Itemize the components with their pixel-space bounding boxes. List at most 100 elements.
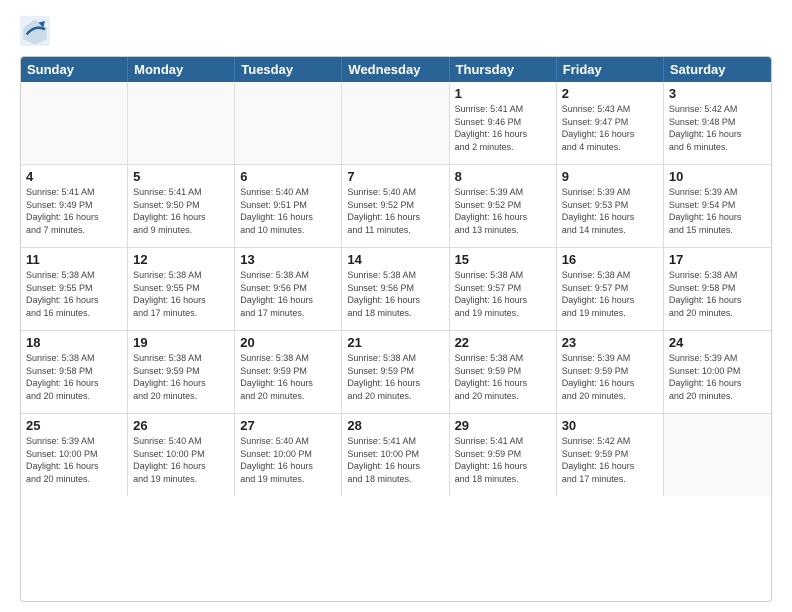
logo-icon [20, 16, 50, 46]
day-cell-17: 17 Sunrise: 5:38 AM Sunset: 9:58 PM Dayli… [664, 248, 771, 330]
day-cell-22: 22 Sunrise: 5:38 AM Sunset: 9:59 PM Dayli… [450, 331, 557, 413]
day-cell-25: 25Sunrise: 5:39 AM Sunset: 10:00 PM Dayl… [21, 414, 128, 496]
day-info: Sunrise: 5:38 AM Sunset: 9:55 PM Dayligh… [133, 269, 229, 319]
day-info: Sunrise: 5:38 AM Sunset: 9:57 PM Dayligh… [562, 269, 658, 319]
day-number: 23 [562, 335, 658, 350]
day-info: Sunrise: 5:38 AM Sunset: 9:56 PM Dayligh… [347, 269, 443, 319]
header-cell-sunday: Sunday [21, 57, 128, 82]
day-number: 17 [669, 252, 766, 267]
day-cell-18: 18 Sunrise: 5:38 AM Sunset: 9:58 PM Dayli… [21, 331, 128, 413]
header-cell-saturday: Saturday [664, 57, 771, 82]
day-info: Sunrise: 5:38 AM Sunset: 9:57 PM Dayligh… [455, 269, 551, 319]
day-number: 29 [455, 418, 551, 433]
calendar: SundayMondayTuesdayWednesdayThursdayFrid… [20, 56, 772, 602]
day-cell-11: 11 Sunrise: 5:38 AM Sunset: 9:55 PM Dayli… [21, 248, 128, 330]
calendar-row-1: 1Sunrise: 5:41 AM Sunset: 9:46 PM Daylig… [21, 82, 771, 165]
day-number: 16 [562, 252, 658, 267]
day-info: Sunrise: 5:40 AM Sunset: 10:00 PM Daylig… [240, 435, 336, 485]
day-number: 9 [562, 169, 658, 184]
empty-cell [21, 82, 128, 164]
day-cell-16: 16 Sunrise: 5:38 AM Sunset: 9:57 PM Dayli… [557, 248, 664, 330]
day-number: 8 [455, 169, 551, 184]
day-cell-15: 15 Sunrise: 5:38 AM Sunset: 9:57 PM Dayli… [450, 248, 557, 330]
logo [20, 16, 54, 46]
calendar-row-3: 11 Sunrise: 5:38 AM Sunset: 9:55 PM Dayli… [21, 248, 771, 331]
calendar-row-5: 25Sunrise: 5:39 AM Sunset: 10:00 PM Dayl… [21, 414, 771, 496]
day-number: 27 [240, 418, 336, 433]
day-info: Sunrise: 5:41 AM Sunset: 9:49 PM Dayligh… [26, 186, 122, 236]
day-info: Sunrise: 5:38 AM Sunset: 9:59 PM Dayligh… [347, 352, 443, 402]
day-info: Sunrise: 5:38 AM Sunset: 9:58 PM Dayligh… [26, 352, 122, 402]
day-cell-6: 6 Sunrise: 5:40 AM Sunset: 9:51 PM Daylig… [235, 165, 342, 247]
header [20, 16, 772, 46]
calendar-header: SundayMondayTuesdayWednesdayThursdayFrid… [21, 57, 771, 82]
day-cell-28: 28 Sunrise: 5:41 AM Sunset: 10:00 PM Dayl… [342, 414, 449, 496]
day-info: Sunrise: 5:39 AM Sunset: 10:00 PM Daylig… [26, 435, 122, 485]
day-cell-29: 29 Sunrise: 5:41 AM Sunset: 9:59 PM Dayli… [450, 414, 557, 496]
calendar-row-2: 4 Sunrise: 5:41 AM Sunset: 9:49 PM Daylig… [21, 165, 771, 248]
day-cell-2: 2Sunrise: 5:43 AM Sunset: 9:47 PM Daylig… [557, 82, 664, 164]
day-info: Sunrise: 5:41 AM Sunset: 10:00 PM Daylig… [347, 435, 443, 485]
day-cell-9: 9 Sunrise: 5:39 AM Sunset: 9:53 PM Daylig… [557, 165, 664, 247]
day-cell-23: 23 Sunrise: 5:39 AM Sunset: 9:59 PM Dayli… [557, 331, 664, 413]
day-number: 15 [455, 252, 551, 267]
day-number: 20 [240, 335, 336, 350]
day-number: 19 [133, 335, 229, 350]
day-cell-13: 13 Sunrise: 5:38 AM Sunset: 9:56 PM Dayli… [235, 248, 342, 330]
header-cell-monday: Monday [128, 57, 235, 82]
empty-cell [664, 414, 771, 496]
day-number: 10 [669, 169, 766, 184]
day-number: 5 [133, 169, 229, 184]
calendar-row-4: 18 Sunrise: 5:38 AM Sunset: 9:58 PM Dayli… [21, 331, 771, 414]
day-cell-8: 8 Sunrise: 5:39 AM Sunset: 9:52 PM Daylig… [450, 165, 557, 247]
day-number: 22 [455, 335, 551, 350]
day-number: 24 [669, 335, 766, 350]
day-number: 2 [562, 86, 658, 101]
day-number: 14 [347, 252, 443, 267]
day-cell-10: 10 Sunrise: 5:39 AM Sunset: 9:54 PM Dayli… [664, 165, 771, 247]
day-info: Sunrise: 5:39 AM Sunset: 10:00 PM Daylig… [669, 352, 766, 402]
page: SundayMondayTuesdayWednesdayThursdayFrid… [0, 0, 792, 612]
day-info: Sunrise: 5:39 AM Sunset: 9:54 PM Dayligh… [669, 186, 766, 236]
day-number: 11 [26, 252, 122, 267]
day-cell-12: 12 Sunrise: 5:38 AM Sunset: 9:55 PM Dayli… [128, 248, 235, 330]
day-info: Sunrise: 5:42 AM Sunset: 9:59 PM Dayligh… [562, 435, 658, 485]
day-info: Sunrise: 5:39 AM Sunset: 9:52 PM Dayligh… [455, 186, 551, 236]
day-cell-20: 20 Sunrise: 5:38 AM Sunset: 9:59 PM Dayli… [235, 331, 342, 413]
day-number: 7 [347, 169, 443, 184]
day-number: 4 [26, 169, 122, 184]
day-number: 3 [669, 86, 766, 101]
day-number: 21 [347, 335, 443, 350]
day-info: Sunrise: 5:40 AM Sunset: 9:51 PM Dayligh… [240, 186, 336, 236]
day-info: Sunrise: 5:40 AM Sunset: 10:00 PM Daylig… [133, 435, 229, 485]
calendar-body: 1Sunrise: 5:41 AM Sunset: 9:46 PM Daylig… [21, 82, 771, 496]
day-cell-7: 7 Sunrise: 5:40 AM Sunset: 9:52 PM Daylig… [342, 165, 449, 247]
day-number: 1 [455, 86, 551, 101]
day-info: Sunrise: 5:38 AM Sunset: 9:56 PM Dayligh… [240, 269, 336, 319]
day-cell-5: 5Sunrise: 5:41 AM Sunset: 9:50 PM Daylig… [128, 165, 235, 247]
day-info: Sunrise: 5:38 AM Sunset: 9:59 PM Dayligh… [455, 352, 551, 402]
day-info: Sunrise: 5:40 AM Sunset: 9:52 PM Dayligh… [347, 186, 443, 236]
day-number: 28 [347, 418, 443, 433]
day-number: 6 [240, 169, 336, 184]
day-cell-30: 30 Sunrise: 5:42 AM Sunset: 9:59 PM Dayli… [557, 414, 664, 496]
empty-cell [128, 82, 235, 164]
day-cell-27: 27 Sunrise: 5:40 AM Sunset: 10:00 PM Dayl… [235, 414, 342, 496]
day-info: Sunrise: 5:39 AM Sunset: 9:59 PM Dayligh… [562, 352, 658, 402]
day-info: Sunrise: 5:39 AM Sunset: 9:53 PM Dayligh… [562, 186, 658, 236]
day-info: Sunrise: 5:38 AM Sunset: 9:55 PM Dayligh… [26, 269, 122, 319]
header-cell-friday: Friday [557, 57, 664, 82]
day-info: Sunrise: 5:38 AM Sunset: 9:59 PM Dayligh… [240, 352, 336, 402]
day-number: 12 [133, 252, 229, 267]
empty-cell [235, 82, 342, 164]
day-info: Sunrise: 5:38 AM Sunset: 9:58 PM Dayligh… [669, 269, 766, 319]
day-info: Sunrise: 5:38 AM Sunset: 9:59 PM Dayligh… [133, 352, 229, 402]
empty-cell [342, 82, 449, 164]
day-number: 18 [26, 335, 122, 350]
day-info: Sunrise: 5:42 AM Sunset: 9:48 PM Dayligh… [669, 103, 766, 153]
day-number: 30 [562, 418, 658, 433]
day-cell-14: 14 Sunrise: 5:38 AM Sunset: 9:56 PM Dayli… [342, 248, 449, 330]
day-number: 13 [240, 252, 336, 267]
day-cell-24: 24 Sunrise: 5:39 AM Sunset: 10:00 PM Dayl… [664, 331, 771, 413]
day-info: Sunrise: 5:41 AM Sunset: 9:59 PM Dayligh… [455, 435, 551, 485]
